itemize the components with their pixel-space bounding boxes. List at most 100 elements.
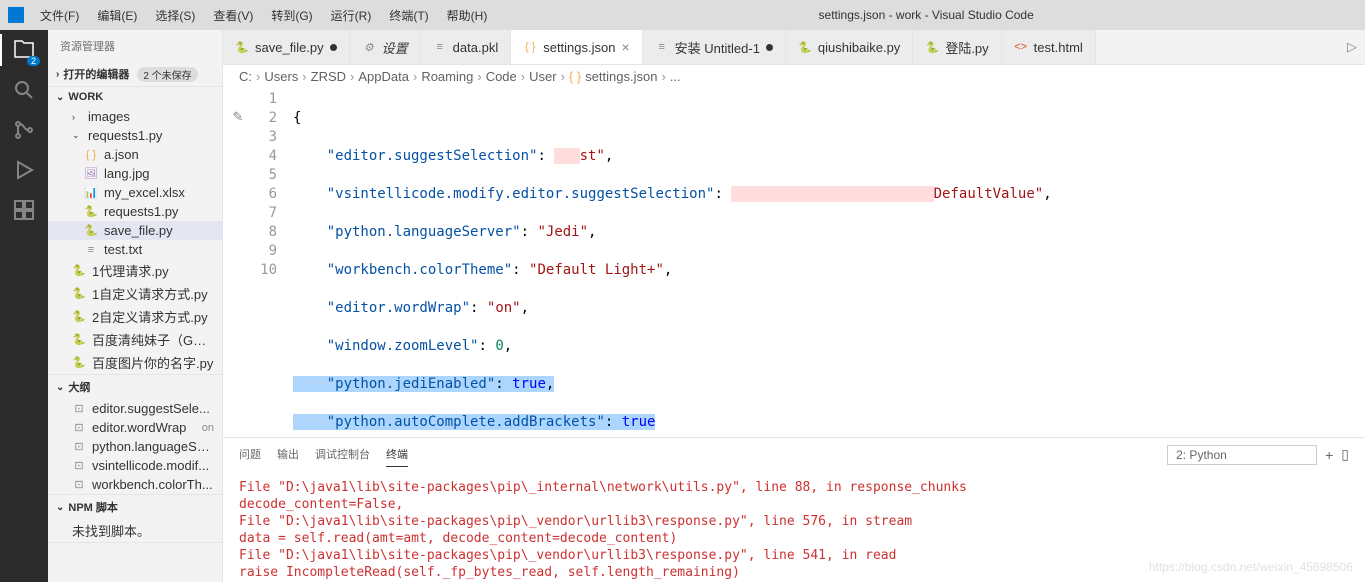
source-control-icon[interactable] bbox=[12, 118, 36, 142]
file-item[interactable]: 🐍百度清纯妹子（GET... bbox=[48, 328, 222, 351]
file-item[interactable]: 🐍requests1.py bbox=[48, 202, 222, 221]
breadcrumb-item[interactable]: Users bbox=[264, 69, 298, 84]
terminal-select[interactable]: 2: Python bbox=[1167, 445, 1317, 465]
file-label: a.json bbox=[104, 147, 214, 162]
json-icon: { } bbox=[523, 40, 537, 54]
search-icon[interactable] bbox=[12, 78, 36, 102]
panel-tab-output[interactable]: 输出 bbox=[277, 442, 299, 467]
npm-empty: 未找到脚本。 bbox=[48, 519, 222, 542]
run-icon[interactable]: ▷ bbox=[1347, 39, 1357, 55]
breadcrumbs[interactable]: C:› Users› ZRSD› AppData› Roaming› Code›… bbox=[223, 65, 1365, 88]
breadcrumb-item[interactable]: settings.json bbox=[585, 69, 657, 84]
file-item[interactable]: 🐍1代理请求.py bbox=[48, 259, 222, 282]
debug-icon[interactable] bbox=[12, 158, 36, 182]
json-icon: { } bbox=[569, 69, 581, 84]
py-icon: 🐍 bbox=[84, 224, 98, 238]
breadcrumb-item[interactable]: Code bbox=[486, 69, 517, 84]
panel-tab-terminal[interactable]: 终端 bbox=[386, 442, 408, 467]
folder-requests1[interactable]: ⌄ requests1.py bbox=[48, 126, 222, 145]
section-open-editors[interactable]: › 打开的编辑器 2 个未保存 bbox=[48, 62, 222, 86]
file-label: test.txt bbox=[104, 242, 214, 257]
extensions-icon[interactable] bbox=[12, 198, 36, 222]
chevron-down-icon: ⌄ bbox=[56, 92, 64, 103]
menu-terminal[interactable]: 终端(T) bbox=[381, 3, 436, 28]
file-item[interactable]: 🐍百度图片你的名字.py bbox=[48, 351, 222, 374]
folder-label: images bbox=[88, 109, 214, 124]
menubar: 文件(F) 编辑(E) 选择(S) 查看(V) 转到(G) 运行(R) 终端(T… bbox=[32, 3, 495, 28]
outline-item[interactable]: ⊡workbench.colorTh... bbox=[48, 475, 222, 494]
breadcrumb-item[interactable]: User bbox=[529, 69, 556, 84]
menu-edit[interactable]: 编辑(E) bbox=[89, 3, 145, 28]
breadcrumb-item[interactable]: Roaming bbox=[421, 69, 473, 84]
editor-content[interactable]: ✎ 12345678910 { "editor.suggestSelection… bbox=[223, 88, 1365, 437]
edit-icon[interactable]: ✎ bbox=[223, 109, 253, 125]
section-npm[interactable]: ⌄ NPM 脚本 bbox=[48, 495, 222, 519]
file-item[interactable]: 🐍 save_file.py bbox=[48, 221, 222, 240]
folder-images[interactable]: › images bbox=[48, 107, 222, 126]
outline-icon: ⊡ bbox=[72, 459, 86, 473]
file-item[interactable]: ≡test.txt bbox=[48, 240, 222, 259]
py-icon: 🐍 bbox=[72, 333, 86, 347]
outline-item[interactable]: ⊡editor.wordWrapon bbox=[48, 418, 222, 437]
file-item[interactable]: { } a.json bbox=[48, 145, 222, 164]
section-outline[interactable]: ⌄ 大纲 bbox=[48, 375, 222, 399]
menu-selection[interactable]: 选择(S) bbox=[147, 3, 203, 28]
tab-label: 登陆.py bbox=[945, 38, 988, 57]
explorer-icon[interactable]: 2 bbox=[12, 38, 36, 62]
file-item[interactable]: 🐍1自定义请求方式.py bbox=[48, 282, 222, 305]
py-icon: 🐍 bbox=[72, 264, 86, 278]
new-terminal-icon[interactable]: + bbox=[1325, 447, 1333, 463]
outline-label: editor.suggestSele... bbox=[92, 401, 214, 416]
work-label: WORK bbox=[68, 91, 103, 103]
menu-run[interactable]: 运行(R) bbox=[323, 3, 380, 28]
editor-tab[interactable]: <>test.html bbox=[1002, 30, 1096, 64]
settings-icon: ⚙ bbox=[362, 40, 376, 54]
modified-dot-icon bbox=[330, 44, 337, 51]
outline-icon: ⊡ bbox=[72, 440, 86, 454]
editor-tabs: 🐍save_file.py⚙设置≡data.pkl { } settings.jso… bbox=[223, 30, 1365, 65]
tab-label: settings.json bbox=[543, 40, 615, 55]
split-terminal-icon[interactable]: ▯ bbox=[1341, 446, 1349, 463]
breadcrumb-item[interactable]: AppData bbox=[358, 69, 409, 84]
menu-go[interactable]: 转到(G) bbox=[263, 3, 320, 28]
py-icon: 🐍 bbox=[72, 287, 86, 301]
close-icon[interactable]: × bbox=[621, 39, 629, 55]
breadcrumb-item[interactable]: C: bbox=[239, 69, 252, 84]
xlsx-icon: 📊 bbox=[84, 186, 98, 200]
file-label: lang.jpg bbox=[104, 166, 214, 181]
menu-file[interactable]: 文件(F) bbox=[32, 3, 87, 28]
outline-label: vsintellicode.modif... bbox=[92, 458, 214, 473]
tab-label: 安装 Untitled-1 bbox=[675, 38, 760, 57]
file-item[interactable]: 🖼lang.jpg bbox=[48, 164, 222, 183]
breadcrumb-item[interactable]: ZRSD bbox=[311, 69, 346, 84]
panel-tab-problems[interactable]: 问题 bbox=[239, 442, 261, 467]
json-icon: { } bbox=[84, 148, 98, 162]
file-item[interactable]: 🐍2自定义请求方式.py bbox=[48, 305, 222, 328]
outline-item[interactable]: ⊡ vsintellicode.modif... bbox=[48, 456, 222, 475]
py-icon: 🐍 bbox=[72, 356, 86, 370]
panel-tab-debug[interactable]: 调试控制台 bbox=[315, 442, 370, 467]
outline-label: 大纲 bbox=[68, 379, 90, 395]
menu-help[interactable]: 帮助(H) bbox=[439, 3, 496, 28]
code-editor[interactable]: { "editor.suggestSelection": " st", "vsi… bbox=[293, 88, 1365, 437]
editor-tab[interactable]: ⚙设置 bbox=[350, 30, 421, 64]
breadcrumb-item[interactable]: ... bbox=[670, 69, 681, 84]
editor-tab[interactable]: { } settings.json × bbox=[511, 30, 642, 64]
txt-icon: ≡ bbox=[655, 40, 669, 54]
outline-item[interactable]: ⊡editor.suggestSele... bbox=[48, 399, 222, 418]
editor-tab[interactable]: 🐍登陆.py bbox=[913, 30, 1001, 64]
file-item[interactable]: 📊my_excel.xlsx bbox=[48, 183, 222, 202]
editor-tab[interactable]: 🐍qiushibaike.py bbox=[786, 30, 913, 64]
file-label: save_file.py bbox=[104, 223, 214, 238]
editor-tab[interactable]: ≡data.pkl bbox=[421, 30, 512, 64]
editor-tab[interactable]: 🐍save_file.py bbox=[223, 30, 350, 64]
editor-tab[interactable]: ≡ 安装 Untitled-1 bbox=[643, 30, 786, 64]
menu-view[interactable]: 查看(V) bbox=[205, 3, 261, 28]
outline-item[interactable]: ⊡python.languageSe... bbox=[48, 437, 222, 456]
section-work[interactable]: ⌄ WORK bbox=[48, 87, 222, 107]
line-numbers: 12345678910 bbox=[253, 88, 293, 437]
npm-label: NPM 脚本 bbox=[68, 499, 118, 515]
terminal-line: File "D:\java1\lib\site-packages\pip\_ve… bbox=[239, 547, 1349, 564]
unsaved-badge: 2 个未保存 bbox=[137, 67, 197, 82]
terminal-output[interactable]: File "D:\java1\lib\site-packages\pip\_in… bbox=[223, 467, 1365, 582]
